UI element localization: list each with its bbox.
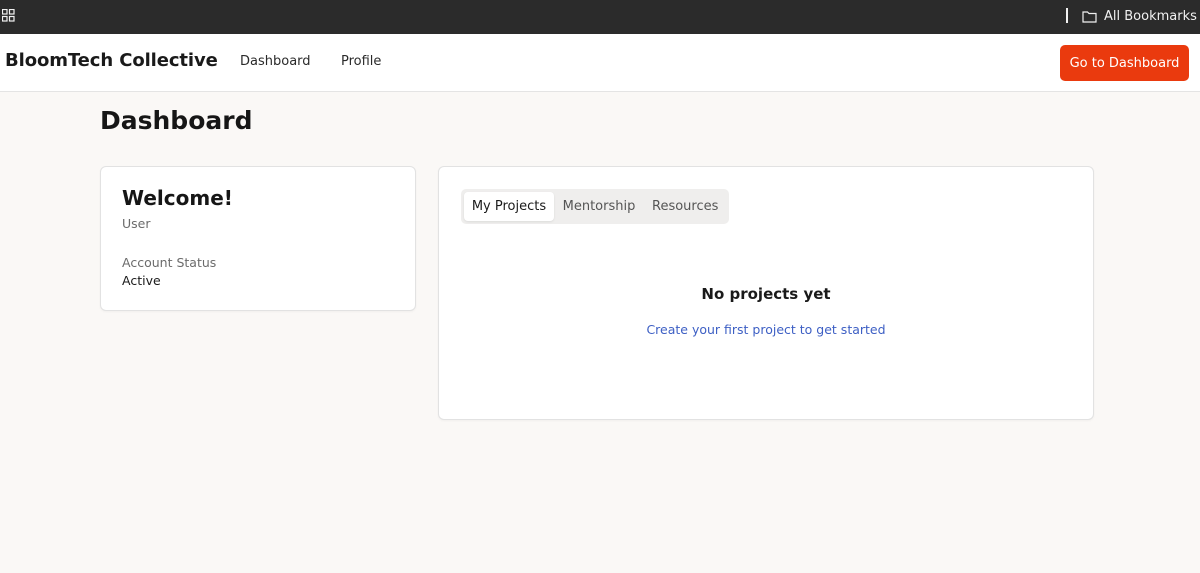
account-status-label: Account Status: [122, 255, 217, 270]
tab-list: My Projects Mentorship Resources: [461, 189, 729, 224]
account-status-value: Active: [122, 273, 161, 288]
welcome-title: Welcome!: [122, 186, 233, 210]
all-bookmarks-label: All Bookmarks: [1104, 8, 1197, 24]
nav-link-profile[interactable]: Profile: [341, 54, 381, 69]
nav-link-dashboard[interactable]: Dashboard: [240, 54, 311, 69]
user-role: User: [122, 216, 151, 231]
apps-grid-icon[interactable]: [2, 9, 15, 22]
folder-icon: [1082, 10, 1097, 23]
empty-state-subtitle: Create your first project to get started: [646, 322, 886, 337]
welcome-card: Welcome! User Account Status Active: [100, 166, 416, 311]
empty-state-title: No projects yet: [701, 285, 831, 303]
page-title: Dashboard: [100, 106, 253, 135]
bookmarks-bar: All Bookmarks: [0, 0, 1200, 34]
tab-my-projects[interactable]: My Projects: [464, 192, 554, 221]
go-to-dashboard-button[interactable]: Go to Dashboard: [1060, 45, 1189, 81]
tab-resources[interactable]: Resources: [652, 192, 718, 221]
tab-mentorship[interactable]: Mentorship: [562, 192, 636, 221]
bookmarks-separator: [1066, 8, 1068, 23]
app-header: BloomTech Collective Dashboard Profile G…: [0, 34, 1200, 92]
brand-logo-text[interactable]: BloomTech Collective: [5, 50, 218, 71]
projects-card: My Projects Mentorship Resources No proj…: [438, 166, 1094, 420]
all-bookmarks-button[interactable]: All Bookmarks: [1082, 6, 1197, 26]
